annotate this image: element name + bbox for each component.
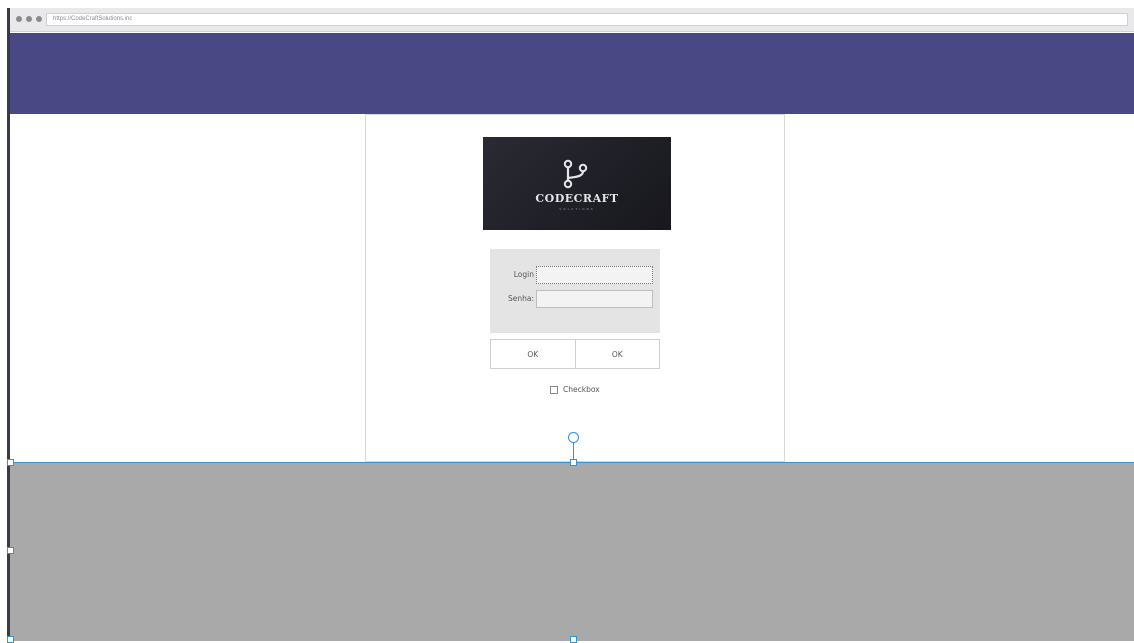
page-footer-selected[interactable] [10, 462, 1134, 641]
maximize-window-dot[interactable] [36, 16, 42, 22]
window-controls [16, 16, 42, 22]
checkbox[interactable] [550, 385, 558, 394]
ok-button-right[interactable]: OK [574, 340, 659, 368]
codecraft-logo: CODECRAFT SOLUTIONS [483, 137, 671, 230]
page-header [10, 33, 1134, 114]
password-input[interactable] [536, 290, 653, 308]
resize-handle-left[interactable] [7, 547, 14, 554]
logo-wordmark: CODECRAFT [535, 192, 619, 205]
minimize-window-dot[interactable] [26, 16, 32, 22]
resize-handle-bottom-left[interactable] [7, 636, 14, 643]
rotate-handle[interactable] [568, 432, 579, 443]
password-label: Senha: [507, 294, 534, 303]
resize-handle-top-left[interactable] [7, 459, 14, 466]
ok-button-left[interactable]: OK [491, 340, 575, 368]
button-group: OK OK [490, 339, 660, 369]
checkbox-label: Checkbox [563, 385, 600, 394]
resize-handle-top[interactable] [570, 459, 577, 466]
rotate-handle-stem [573, 442, 574, 459]
close-window-dot[interactable] [16, 16, 22, 22]
address-bar[interactable]: https://CodeCraftSolutions.inc [46, 13, 1128, 26]
resize-handle-bottom[interactable] [570, 636, 577, 643]
login-label: Login [513, 270, 534, 279]
browser-bar: https://CodeCraftSolutions.inc [10, 8, 1134, 32]
login-input[interactable] [536, 266, 653, 284]
logo-tagline: SOLUTIONS [559, 207, 595, 211]
branch-icon [563, 159, 588, 189]
login-form: Login Senha: [490, 249, 660, 333]
checkbox-row[interactable]: Checkbox [550, 385, 600, 394]
login-card: CODECRAFT SOLUTIONS Login Senha: OK OK C… [365, 114, 785, 462]
